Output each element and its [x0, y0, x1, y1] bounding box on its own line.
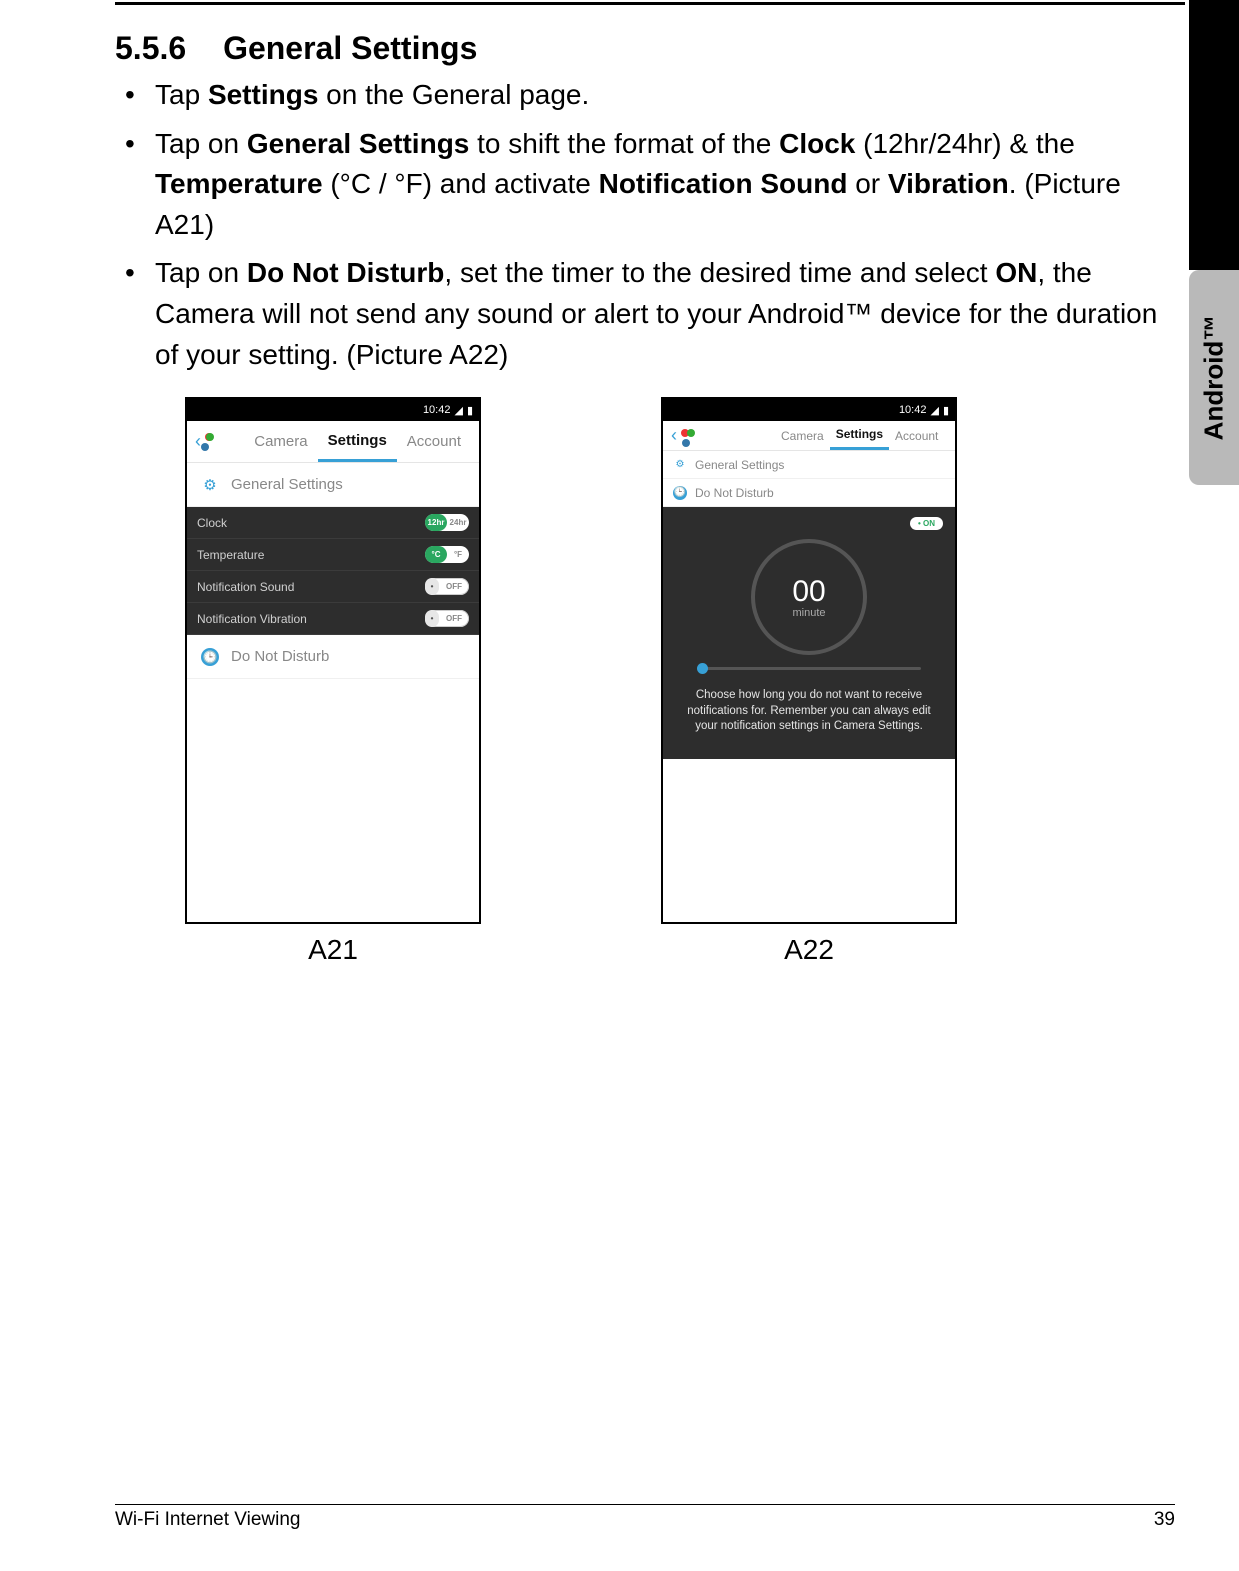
page-footer: Wi-Fi Internet Viewing 39 — [115, 1504, 1175, 1531]
dnd-slider[interactable] — [697, 667, 921, 670]
signal-icon: ◢ — [454, 404, 462, 417]
tab-settings[interactable]: Settings — [318, 421, 397, 462]
side-tab-label: Android™ — [1199, 315, 1230, 441]
tab-settings[interactable]: Settings — [830, 421, 889, 450]
top-rule — [115, 2, 1185, 5]
section-heading: 5.5.6 General Settings — [115, 30, 1175, 67]
row-general-settings[interactable]: ⚙ General Settings — [663, 451, 955, 479]
label-notif-vib: Notification Vibration — [197, 612, 307, 626]
status-bar: 10:42 ◢ ▮ — [187, 399, 479, 421]
dnd-timer-dial[interactable]: 00 minute — [751, 539, 867, 655]
clock-icon: 🕒 — [673, 486, 687, 500]
bullet-1: Tap Settings on the General page. — [155, 75, 1175, 116]
clock-icon: 🕒 — [201, 648, 219, 666]
row-notification-vibration: Notification Vibration • OFF — [187, 603, 479, 635]
side-black-bar — [1189, 0, 1239, 270]
tab-camera[interactable]: Camera — [775, 421, 830, 450]
row-label: Do Not Disturb — [695, 486, 774, 500]
settings-panel: Clock 12hr 24hr Temperature °C °F — [187, 507, 479, 635]
row-label: Do Not Disturb — [231, 648, 329, 665]
app-logo-icon — [205, 433, 214, 451]
label-clock: Clock — [197, 516, 227, 530]
row-label: General Settings — [231, 476, 343, 493]
dnd-help-text: Choose how long you do not want to recei… — [679, 688, 939, 735]
screenshot-a21: 10:42 ◢ ▮ ‹ Camera Settings Account ⚙ Ge… — [185, 397, 481, 924]
row-general-settings[interactable]: ⚙ General Settings — [187, 463, 479, 507]
section-number: 5.5.6 — [115, 30, 186, 67]
toggle-notif-vibration[interactable]: • OFF — [425, 610, 469, 627]
toggle-clock[interactable]: 12hr 24hr — [425, 514, 469, 531]
toggle-notif-sound[interactable]: • OFF — [425, 578, 469, 595]
dnd-timer-unit: minute — [792, 607, 825, 619]
footer-title: Wi-Fi Internet Viewing — [115, 1509, 301, 1531]
row-temperature: Temperature °C °F — [187, 539, 479, 571]
row-do-not-disturb[interactable]: 🕒 Do Not Disturb — [187, 635, 479, 679]
tab-bar: ‹ Camera Settings Account — [663, 421, 955, 451]
row-do-not-disturb[interactable]: 🕒 Do Not Disturb — [663, 479, 955, 507]
app-logo-icon — [681, 429, 695, 443]
status-time: 10:42 — [899, 404, 927, 416]
dnd-timer-value: 00 — [792, 575, 825, 609]
bullet-2: Tap on General Settings to shift the for… — [155, 124, 1175, 246]
gear-icon: ⚙ — [201, 476, 219, 494]
side-tab-android: Android™ — [1189, 270, 1239, 485]
row-clock: Clock 12hr 24hr — [187, 507, 479, 539]
gear-icon: ⚙ — [673, 458, 687, 472]
section-title: General Settings — [223, 30, 477, 66]
dnd-on-toggle[interactable]: • ON — [910, 517, 943, 530]
back-icon[interactable]: ‹ — [195, 431, 201, 452]
figure-label-a22: A22 — [784, 934, 834, 966]
dnd-panel: • ON 00 minute Choose how long you do no… — [663, 507, 955, 759]
tab-account[interactable]: Account — [397, 421, 471, 462]
bullet-list: Tap Settings on the General page. Tap on… — [115, 75, 1175, 375]
label-notif-sound: Notification Sound — [197, 580, 294, 594]
label-temperature: Temperature — [197, 548, 264, 562]
tab-bar: ‹ Camera Settings Account — [187, 421, 479, 463]
figure-label-a21: A21 — [308, 934, 358, 966]
toggle-temperature[interactable]: °C °F — [425, 546, 469, 563]
tab-camera[interactable]: Camera — [244, 421, 317, 462]
back-icon[interactable]: ‹ — [671, 425, 677, 446]
status-time: 10:42 — [423, 404, 451, 416]
battery-icon: ▮ — [467, 404, 473, 417]
screenshot-a22: 10:42 ◢ ▮ ‹ Camera Settings Account ⚙ Ge… — [661, 397, 957, 924]
footer-page-number: 39 — [1154, 1509, 1175, 1531]
tab-account[interactable]: Account — [889, 421, 944, 450]
status-bar: 10:42 ◢ ▮ — [663, 399, 955, 421]
battery-icon: ▮ — [943, 404, 949, 417]
bullet-3: Tap on Do Not Disturb, set the timer to … — [155, 253, 1175, 375]
row-label: General Settings — [695, 458, 784, 472]
signal-icon: ◢ — [930, 404, 938, 417]
row-notification-sound: Notification Sound • OFF — [187, 571, 479, 603]
